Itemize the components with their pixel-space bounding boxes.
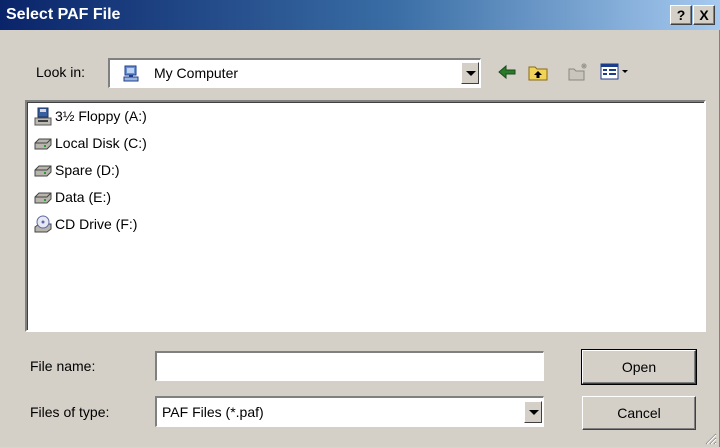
file-list[interactable]: 3½ Floppy (A:) Local Disk (C:) Spare (D:… bbox=[25, 100, 706, 332]
file-item-label: Spare (D:) bbox=[55, 162, 120, 178]
files-of-type-value: PAF Files (*.paf) bbox=[162, 404, 264, 420]
chevron-down-icon bbox=[529, 410, 539, 415]
file-item-label: 3½ Floppy (A:) bbox=[55, 108, 147, 124]
chevron-down-icon bbox=[466, 71, 476, 76]
file-name-label: File name: bbox=[30, 358, 96, 374]
window-title: Select PAF File bbox=[6, 6, 121, 23]
floppy-drive-icon bbox=[34, 107, 52, 126]
select-paf-file-dialog: Select PAF File ? X Look in: My Computer bbox=[0, 0, 720, 447]
hard-disk-icon bbox=[34, 138, 52, 150]
new-folder-icon bbox=[568, 63, 587, 81]
up-one-level-button[interactable] bbox=[525, 58, 551, 86]
new-folder-button[interactable] bbox=[565, 58, 591, 86]
file-item-label: Data (E:) bbox=[55, 189, 112, 205]
hard-disk-icon bbox=[34, 192, 52, 204]
up-folder-icon bbox=[528, 66, 548, 81]
file-item-label: CD Drive (F:) bbox=[55, 216, 138, 232]
title-bar[interactable]: Select PAF File ? X bbox=[0, 0, 720, 30]
back-icon bbox=[498, 64, 516, 80]
cancel-button[interactable]: Cancel bbox=[582, 396, 696, 430]
close-button[interactable]: X bbox=[693, 5, 715, 25]
look-in-dropdown[interactable]: My Computer bbox=[108, 58, 481, 88]
look-in-dropdown-button[interactable] bbox=[461, 62, 479, 84]
look-in-label: Look in: bbox=[36, 64, 86, 80]
file-name-input[interactable] bbox=[155, 351, 544, 381]
views-menu-icon bbox=[600, 63, 628, 80]
resize-grip-icon[interactable] bbox=[703, 431, 717, 445]
files-of-type-label: Files of type: bbox=[30, 404, 110, 420]
cd-drive-icon bbox=[34, 215, 52, 233]
look-in-value: My Computer bbox=[154, 65, 239, 81]
open-button[interactable]: Open bbox=[581, 349, 697, 385]
help-button[interactable]: ? bbox=[670, 5, 692, 25]
back-button[interactable] bbox=[494, 58, 520, 86]
hard-disk-icon bbox=[34, 165, 52, 177]
files-of-type-dropdown[interactable]: PAF Files (*.paf) bbox=[155, 396, 544, 427]
views-menu-button[interactable] bbox=[598, 58, 638, 86]
file-item-label: Local Disk (C:) bbox=[55, 135, 147, 151]
my-computer-icon bbox=[123, 65, 139, 82]
files-of-type-dropdown-button[interactable] bbox=[524, 401, 542, 423]
